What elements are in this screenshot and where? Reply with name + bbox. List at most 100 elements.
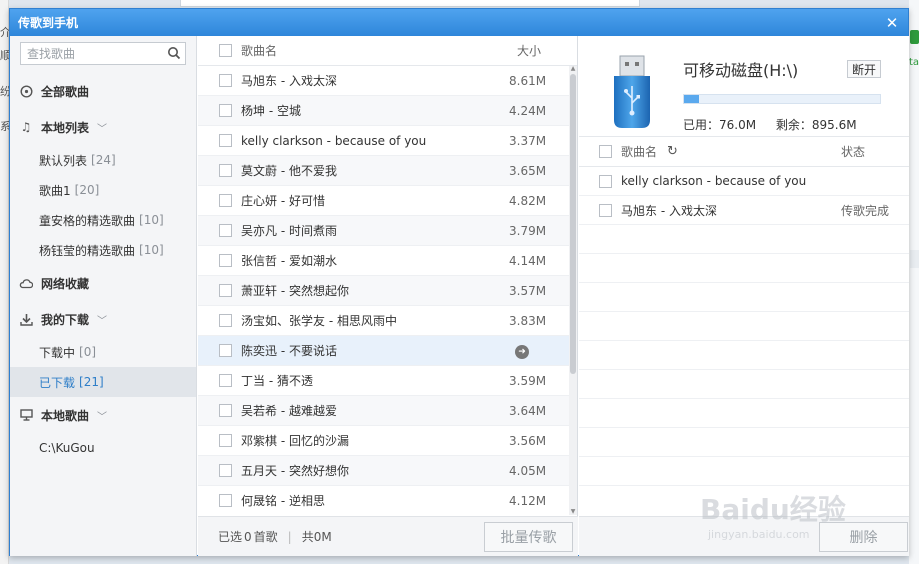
sidebar-group-local-list[interactable]: ♫ 本地列表 ﹀ xyxy=(10,109,196,145)
close-icon[interactable]: ✕ xyxy=(884,14,900,32)
row-checkbox[interactable] xyxy=(219,314,232,327)
song-size: 4.14M xyxy=(509,253,547,268)
song-name: 庄心妍 - 好可惜 xyxy=(241,194,325,208)
scroll-down-icon[interactable]: ▼ xyxy=(569,509,577,515)
table-row[interactable]: 吴若希 - 越难越爱 3.64M xyxy=(198,396,569,426)
row-checkbox[interactable] xyxy=(219,374,232,387)
table-row[interactable]: 邓紫棋 - 回忆的沙漏 3.56M xyxy=(198,426,569,456)
sidebar-item-label: 歌曲1 xyxy=(39,183,71,198)
table-row[interactable]: kelly clarkson - because of you xyxy=(579,167,909,196)
song-name: 五月天 - 突然好想你 xyxy=(241,464,349,478)
chevron-down-icon[interactable]: ﹀ xyxy=(97,312,107,327)
table-row[interactable]: 汤宝如、张学友 - 相思风雨中 3.83M xyxy=(198,306,569,336)
table-row[interactable]: 陈奕迅 - 不要说话 ➜ xyxy=(198,336,569,366)
empty-row xyxy=(579,399,909,428)
transfer-rows: kelly clarkson - because of you 马旭东 - 入戏… xyxy=(579,167,909,486)
chevron-down-icon[interactable]: ﹀ xyxy=(97,408,107,423)
sidebar-group-all-songs[interactable]: 全部歌曲 xyxy=(10,73,196,109)
song-name: 邓紫棋 - 回忆的沙漏 xyxy=(241,434,349,448)
song-list-header: 歌曲名 大小 xyxy=(198,36,577,66)
column-header-name-label: 歌曲名 xyxy=(621,145,658,159)
table-row[interactable]: 马旭东 - 入戏太深 8.61M xyxy=(198,66,569,96)
refresh-icon[interactable]: ↻ xyxy=(667,144,678,159)
search-input[interactable] xyxy=(21,43,161,64)
transfer-arrow-button[interactable]: ➜ xyxy=(509,343,569,359)
sidebar-group-label: 本地歌曲 xyxy=(41,408,90,423)
table-row[interactable]: 马旭东 - 入戏太深 传歌完成 xyxy=(579,196,909,225)
sidebar-group-my-downloads[interactable]: 我的下载 ﹀ xyxy=(10,301,196,337)
song-list-scrollbar[interactable]: ▲ ▼ xyxy=(569,66,577,515)
row-checkbox[interactable] xyxy=(219,344,232,357)
sidebar-item-count: [10] xyxy=(139,243,164,257)
empty-row xyxy=(579,283,909,312)
sidebar-group-label: 全部歌曲 xyxy=(41,84,90,99)
sidebar-item-song1[interactable]: 歌曲1 [20] xyxy=(10,175,196,205)
table-row[interactable]: 庄心妍 - 好可惜 4.82M xyxy=(198,186,569,216)
transfer-list-header: 歌曲名 ↻ 状态 xyxy=(579,137,909,167)
chevron-down-icon[interactable]: ﹀ xyxy=(97,120,107,135)
sidebar-item-yang-yuying[interactable]: 杨钰莹的精选歌曲 [10] xyxy=(10,235,196,265)
row-checkbox[interactable] xyxy=(219,494,232,507)
row-checkbox[interactable] xyxy=(219,224,232,237)
used-space: 已用：76.0M xyxy=(683,118,757,132)
song-size: 4.12M xyxy=(509,493,547,508)
sidebar-item-downloading[interactable]: 下载中 [0] xyxy=(10,337,196,367)
table-row[interactable]: 莫文蔚 - 他不爱我 3.65M xyxy=(198,156,569,186)
row-checkbox[interactable] xyxy=(599,174,612,188)
sidebar-item-label: 杨钰莹的精选歌曲 xyxy=(39,243,136,258)
table-row[interactable]: 五月天 - 突然好想你 4.05M xyxy=(198,456,569,486)
scroll-up-icon[interactable]: ▲ xyxy=(569,66,577,72)
row-checkbox[interactable] xyxy=(219,194,232,207)
song-name: kelly clarkson - because of you xyxy=(241,133,427,148)
delete-button[interactable]: 删除 xyxy=(819,522,908,552)
row-checkbox[interactable] xyxy=(219,164,232,177)
empty-row xyxy=(579,225,909,254)
row-checkbox[interactable] xyxy=(219,464,232,477)
sidebar-item-tong-angge[interactable]: 童安格的精选歌曲 [10] xyxy=(10,205,196,235)
download-icon xyxy=(19,312,33,326)
selected-prefix: 已选 xyxy=(218,530,243,544)
sidebar-item-kugou-folder[interactable]: C:\KuGou xyxy=(10,433,196,463)
sidebar-item-label: C:\KuGou xyxy=(39,441,95,455)
select-all-checkbox[interactable] xyxy=(599,145,612,158)
sidebar-group-cloud-favorites[interactable]: 网络收藏 xyxy=(10,265,196,301)
song-name: 吴亦凡 - 时间煮雨 xyxy=(241,224,337,238)
batch-transfer-button[interactable]: 批量传歌 xyxy=(484,522,573,552)
music-note-icon: ♫ xyxy=(20,120,32,134)
sidebar-item-default-list[interactable]: 默认列表 [24] xyxy=(10,145,196,175)
sidebar-group-label: 本地列表 xyxy=(41,120,90,135)
transfer-to-phone-dialog: 传歌到手机 ✕ 全部歌曲 ♫ 本地列表 ﹀ 默认列表 xyxy=(9,8,909,556)
row-checkbox[interactable] xyxy=(219,284,232,297)
bg-icon xyxy=(910,30,919,44)
sidebar-group-local-songs[interactable]: 本地歌曲 ﹀ xyxy=(10,397,196,433)
sidebar-item-downloaded[interactable]: 已下载 [21] xyxy=(10,367,196,397)
song-size: 4.05M xyxy=(509,463,547,478)
song-size: 4.82M xyxy=(509,193,547,208)
selected-suffix: 首歌 xyxy=(253,530,278,544)
song-name: 丁当 - 猜不透 xyxy=(241,374,313,388)
table-row[interactable]: 杨坤 - 空城 4.24M xyxy=(198,96,569,126)
table-row[interactable]: 何晟铭 - 逆相思 4.12M xyxy=(198,486,569,515)
select-all-checkbox[interactable] xyxy=(219,44,232,57)
row-checkbox[interactable] xyxy=(219,254,232,267)
device-panel: 可移动磁盘(H:\) 断开 已用：76.0M 剩余：895.6M 歌曲名 ↻ 状… xyxy=(579,36,909,556)
sidebar: 全部歌曲 ♫ 本地列表 ﹀ 默认列表 [24] 歌曲1 [20] 童安格的精选歌… xyxy=(10,36,197,556)
row-checkbox[interactable] xyxy=(219,74,232,87)
song-size: 4.24M xyxy=(509,103,547,118)
scrollbar-thumb[interactable] xyxy=(570,74,576,374)
table-row[interactable]: 萧亚轩 - 突然想起你 3.57M xyxy=(198,276,569,306)
table-row[interactable]: 张信哲 - 爱如潮水 4.14M xyxy=(198,246,569,276)
table-row[interactable]: 吴亦凡 - 时间煮雨 3.79M xyxy=(198,216,569,246)
row-checkbox[interactable] xyxy=(219,104,232,117)
column-header-name: 歌曲名 ↻ xyxy=(621,143,841,160)
sidebar-item-label: 已下载 xyxy=(39,375,76,390)
transfer-list-footer: 删除 xyxy=(579,516,909,556)
table-row[interactable]: kelly clarkson - because of you 3.37M xyxy=(198,126,569,156)
row-checkbox[interactable] xyxy=(599,203,612,217)
row-checkbox[interactable] xyxy=(219,404,232,417)
disconnect-button[interactable]: 断开 xyxy=(847,60,881,78)
row-checkbox[interactable] xyxy=(219,434,232,447)
search-icon[interactable] xyxy=(167,46,181,60)
row-checkbox[interactable] xyxy=(219,134,232,147)
table-row[interactable]: 丁当 - 猜不透 3.59M xyxy=(198,366,569,396)
